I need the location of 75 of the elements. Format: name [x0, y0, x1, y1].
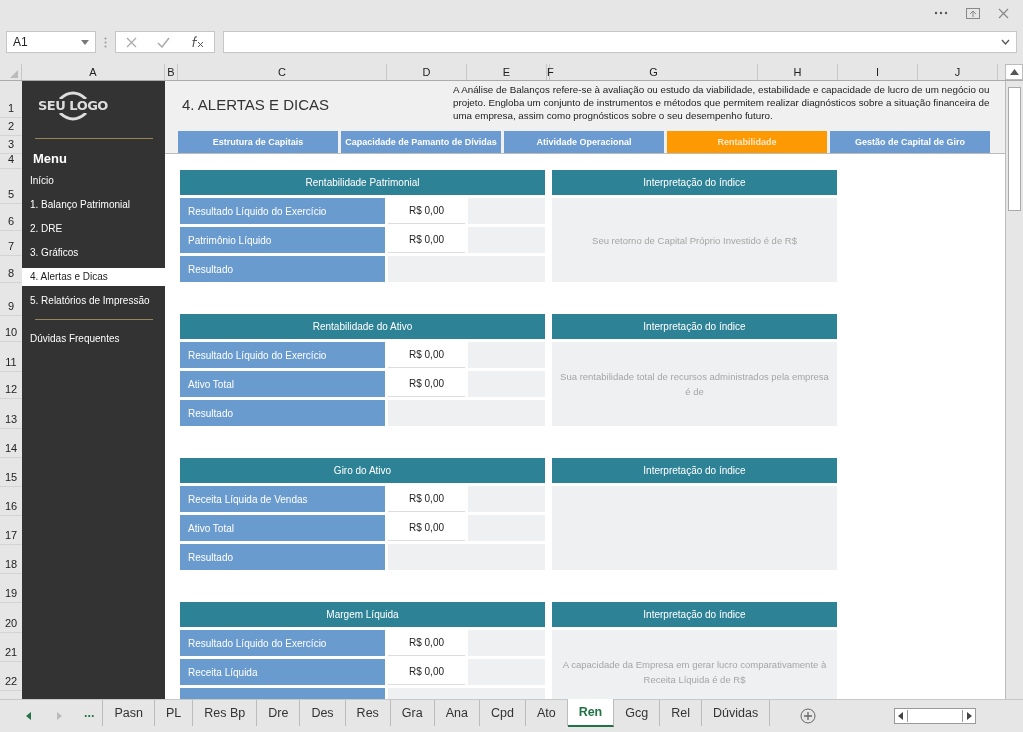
sheet-tab[interactable]: Ana	[434, 700, 480, 726]
logo: SEU LOGO	[38, 91, 108, 121]
scroll-thumb[interactable]	[1008, 87, 1021, 211]
sheet-tab[interactable]: Cpd	[479, 700, 526, 726]
add-sheet-icon[interactable]	[800, 708, 817, 724]
row-label: Receita Líquida de Vendas	[180, 486, 385, 512]
row-label: Resultado Líquido do Exercício	[180, 198, 385, 224]
column-header[interactable]: I	[838, 64, 918, 80]
restore-icon[interactable]	[966, 7, 980, 19]
more-icon[interactable]	[934, 11, 948, 15]
row-label: Resultado	[180, 400, 385, 426]
column-header[interactable]: J	[918, 64, 998, 80]
row-label: Resultado Líquido do Exercício	[180, 630, 385, 656]
menu-heading: Menu	[33, 151, 68, 166]
row-label: Receita Líquida	[180, 659, 385, 685]
formula-field[interactable]	[223, 31, 1017, 53]
column-header[interactable]: A	[22, 64, 165, 80]
name-box[interactable]: A1	[6, 31, 96, 53]
scroll-up-icon[interactable]	[1009, 69, 1019, 75]
sheet-tab[interactable]: Des	[300, 700, 346, 726]
description-text: A Análise de Balanços refere-se à avaliação ou estudo da viabilidade, estabilidade e capacidade de lucro de um negócio ou projeto. Engloba um conjunto de instrumentos e métodos que permitem realizar diagnósticos sobre a situação financeira de uma empresa, assim como prognósticos sobre o seu desempenho futuro.	[452, 83, 991, 123]
close-icon[interactable]	[998, 7, 1009, 19]
row-label: Resultado Líquido do Exercício	[180, 342, 385, 368]
interpretation-header: Interpretação do índice	[552, 458, 837, 483]
column-header[interactable]: H	[758, 64, 838, 80]
menu-item[interactable]: 3. Gráficos	[22, 244, 165, 262]
menu-item[interactable]: 2. DRE	[22, 220, 165, 238]
check-icon[interactable]	[157, 36, 171, 48]
interpretation-header: Interpretação do índice	[552, 602, 837, 627]
row-label: Patrimônio Líquido	[180, 227, 385, 253]
section-header: Rentabilidade do Ativo	[180, 314, 545, 339]
row-label: Ativo Total	[180, 515, 385, 541]
menu-item[interactable]: Dúvidas Frequentes	[22, 330, 165, 348]
row-label: Resultado	[180, 256, 385, 282]
interpretation-box: Seu retorno de Capital Próprio Investido é de R$	[552, 198, 837, 282]
drag-handle-icon	[104, 36, 107, 48]
menu-item[interactable]: 1. Balanço Patrimonial	[22, 196, 165, 214]
prev-sheet-icon[interactable]	[26, 712, 31, 720]
cancel-icon[interactable]	[126, 36, 138, 48]
interpretation-header: Interpretação do índice	[552, 314, 837, 339]
column-header[interactable]: D	[387, 64, 467, 80]
sheet-tab[interactable]: Rel	[660, 700, 702, 726]
sheet-tab[interactable]: Ato	[525, 700, 568, 726]
sheet-tab[interactable]: Res	[345, 700, 391, 726]
sheet-tab[interactable]: Ren	[567, 699, 615, 727]
sheet-tab[interactable]: Gra	[390, 700, 435, 726]
scroll-left-icon[interactable]	[898, 712, 904, 720]
sheet-tab[interactable]: PL	[154, 700, 194, 726]
function-icon[interactable]	[190, 36, 204, 48]
page-title: 4. ALERTAS E DICAS	[181, 95, 330, 115]
sheet-tab[interactable]: Dúvidas	[701, 700, 771, 726]
column-header[interactable]: C	[178, 64, 387, 80]
sheet-tab[interactable]: Pasn	[103, 700, 155, 726]
section-header: Rentabilidade Patrimonial	[180, 170, 545, 195]
sheet-tab[interactable]: Res Bp	[193, 700, 258, 726]
menu-item[interactable]: Início	[22, 172, 165, 190]
vertical-scrollbar[interactable]	[1005, 81, 1023, 699]
interpretation-header: Interpretação do índice	[552, 170, 837, 195]
expand-icon[interactable]	[1001, 39, 1010, 45]
column-header[interactable]: E	[467, 64, 547, 80]
horizontal-scrollbar[interactable]	[894, 708, 977, 724]
interpretation-box: Sua rentabilidade total de recursos administrados pela empresa é de	[552, 342, 837, 426]
section-header: Giro do Ativo	[180, 458, 545, 483]
row-label: Resultado	[180, 544, 385, 570]
menu-item[interactable]: 5. Relatórios de Impressão	[22, 292, 165, 310]
interpretation-box: A capacidade da Empresa em gerar lucro comparativamente à Receita Líquida é de R$	[552, 630, 837, 699]
scroll-right-icon[interactable]	[967, 712, 973, 720]
dropdown-icon	[81, 39, 89, 45]
sheet-tab[interactable]: Gcg	[614, 700, 661, 726]
section-header: Margem Líquida	[180, 602, 545, 627]
row-label: Ativo Total	[180, 371, 385, 397]
sheet-tab[interactable]: ...	[76, 700, 104, 726]
sheet-tab[interactable]: Dre	[257, 700, 301, 726]
menu-item[interactable]: 4. Alertas e Dicas	[22, 268, 165, 286]
column-header[interactable]: B	[165, 64, 178, 80]
